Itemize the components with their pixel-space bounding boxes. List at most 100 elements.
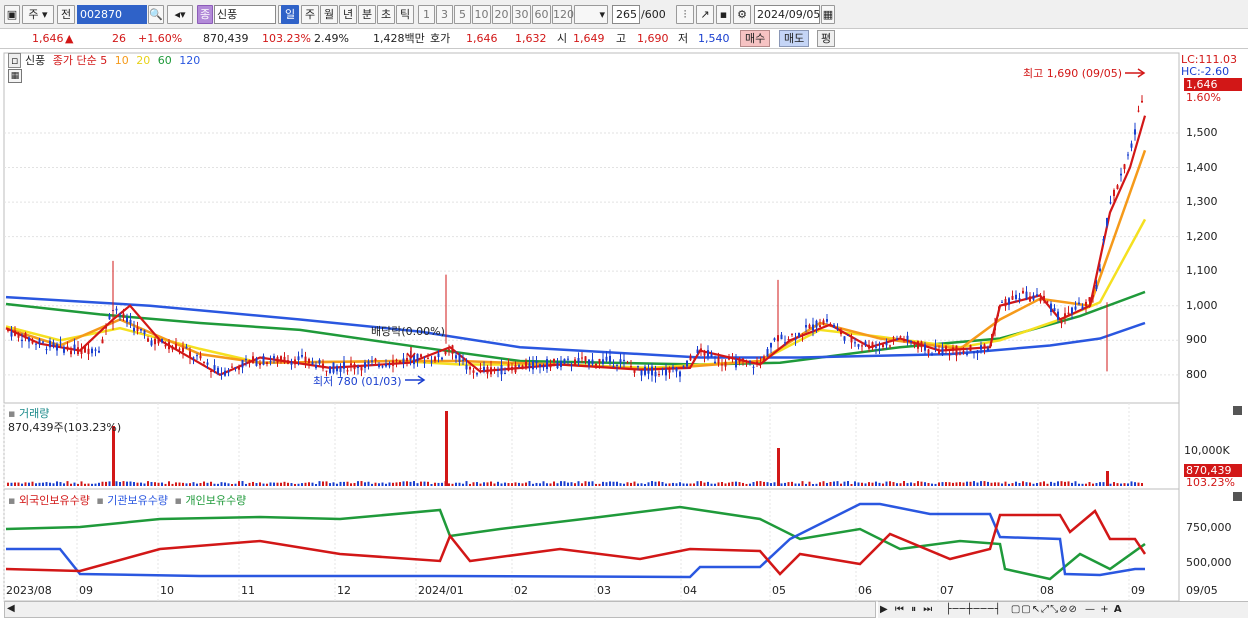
candle-body [1022,290,1024,294]
save-icon[interactable]: ▪ [716,5,731,24]
interval-60[interactable]: 60 [532,5,551,24]
candle-body [941,347,944,356]
volume-bar [56,481,58,486]
stock-code-input[interactable]: 002870 [77,5,147,24]
interval-1[interactable]: 1 [418,5,435,24]
interval-5[interactable]: 5 [454,5,471,24]
scroll-left-icon[interactable]: ◀ [7,603,15,614]
candle-body [427,357,429,359]
avg-button[interactable]: 평 [817,30,836,47]
interval-3[interactable]: 3 [436,5,453,24]
candle-body [528,363,531,369]
speaker-icon[interactable]: ◂▾ [167,5,193,24]
volume-bar [143,483,146,486]
period-tab-month[interactable]: 월 [320,5,338,24]
volume-bar [521,483,524,486]
candle-body [290,361,293,365]
volume-bar [973,481,975,486]
stock-chart[interactable] [0,49,1248,621]
buy-button[interactable]: 매수 [740,30,771,47]
window-icon[interactable]: ▣ [4,5,20,24]
volume-bar [42,482,44,486]
interval-120[interactable]: 120 [552,5,574,24]
candle-body [903,339,905,341]
candle-body [448,349,450,351]
candle-body [35,343,37,345]
interval-dropdown[interactable]: ▾ [574,5,608,24]
candle-body [749,360,751,362]
volume-bar [367,481,370,486]
horizontal-scrollbar[interactable]: ◀ [4,601,876,618]
market-select[interactable]: 주 ▾ [22,5,54,24]
date-input[interactable]: 2024/09/05 [754,5,820,24]
grid-table-icon[interactable]: ▦ [8,69,22,83]
pause-icon[interactable]: ⏸ [911,604,916,615]
volume-bar [703,482,706,486]
candle-body [696,349,699,353]
x-axis-label: 03 [597,584,611,597]
volume-bar [458,482,461,486]
gear-icon[interactable]: ⚙ [733,5,751,24]
candle-body [938,349,940,355]
volume-bar [59,482,62,486]
legend-ma-5: 5 [100,54,108,67]
volume-bar [595,483,597,486]
sell-button[interactable]: 매도 [779,30,810,47]
volume-bar [1085,483,1087,486]
fast-forward-icon[interactable]: ⏭ [923,604,932,615]
candle-body [654,371,657,377]
interval-20[interactable]: 20 [492,5,511,24]
zoom-slider[interactable]: ├──┼───┤ [945,604,1001,615]
count-input[interactable]: 265 [612,5,640,24]
volume-bar [724,483,727,486]
draw-icon[interactable]: ↗ [696,5,714,24]
period-tab-second[interactable]: 초 [377,5,395,24]
candle-body [794,338,797,340]
candle-body [318,359,321,364]
volume-bar [238,481,240,486]
candle-body [196,355,198,357]
price-y-tick: 1,400 [1186,160,1218,174]
candle-body [469,366,471,370]
candle-body [738,358,741,363]
volume-bar [108,481,111,486]
rewind-icon[interactable]: ⏮ [895,604,904,615]
panel-menu-icon[interactable]: ▫ [8,53,22,68]
holding-close-icon[interactable] [1233,492,1242,501]
candle-body [850,336,853,343]
period-tab-year[interactable]: 년 [339,5,357,24]
candle-body [542,365,545,368]
candle-body [511,366,513,371]
minus-icon[interactable]: — [1085,604,1095,615]
volume-bar [997,482,1000,486]
volume-bar [633,481,636,486]
volume-bar [920,481,923,486]
candle-icon[interactable]: ⫶ [676,5,694,24]
plus-icon[interactable]: + [1100,604,1108,615]
volume-bar [255,483,258,486]
search-icon[interactable]: 🔍 [148,5,164,24]
font-size-icon[interactable]: A [1114,604,1122,615]
period-tab-tick[interactable]: 틱 [396,5,414,24]
volume-bar [1046,483,1049,486]
drawing-tools-icon[interactable]: ▢▢↖⤢⤡⊘⊘ [1011,604,1078,615]
candle-body [105,325,107,329]
period-tab-week[interactable]: 주 [301,5,319,24]
play-icon[interactable]: ▶ [880,604,888,615]
volume-bar [430,483,433,486]
period-tab-day[interactable]: 일 [281,5,299,24]
prev-button[interactable]: 전 [57,5,75,24]
volume-bar [696,481,699,486]
volume-bar [752,482,755,486]
candle-body [245,359,247,361]
candle-body [434,356,436,361]
volume-bar [70,483,72,486]
calendar-icon[interactable]: ▦ [821,5,835,24]
volume-bar [665,483,667,486]
volume-close-icon[interactable] [1233,406,1242,415]
interval-30[interactable]: 30 [512,5,531,24]
interval-10[interactable]: 10 [472,5,491,24]
candle-body [525,361,527,369]
stock-name-field[interactable]: 신풍 [214,5,276,24]
period-tab-minute[interactable]: 분 [358,5,376,24]
